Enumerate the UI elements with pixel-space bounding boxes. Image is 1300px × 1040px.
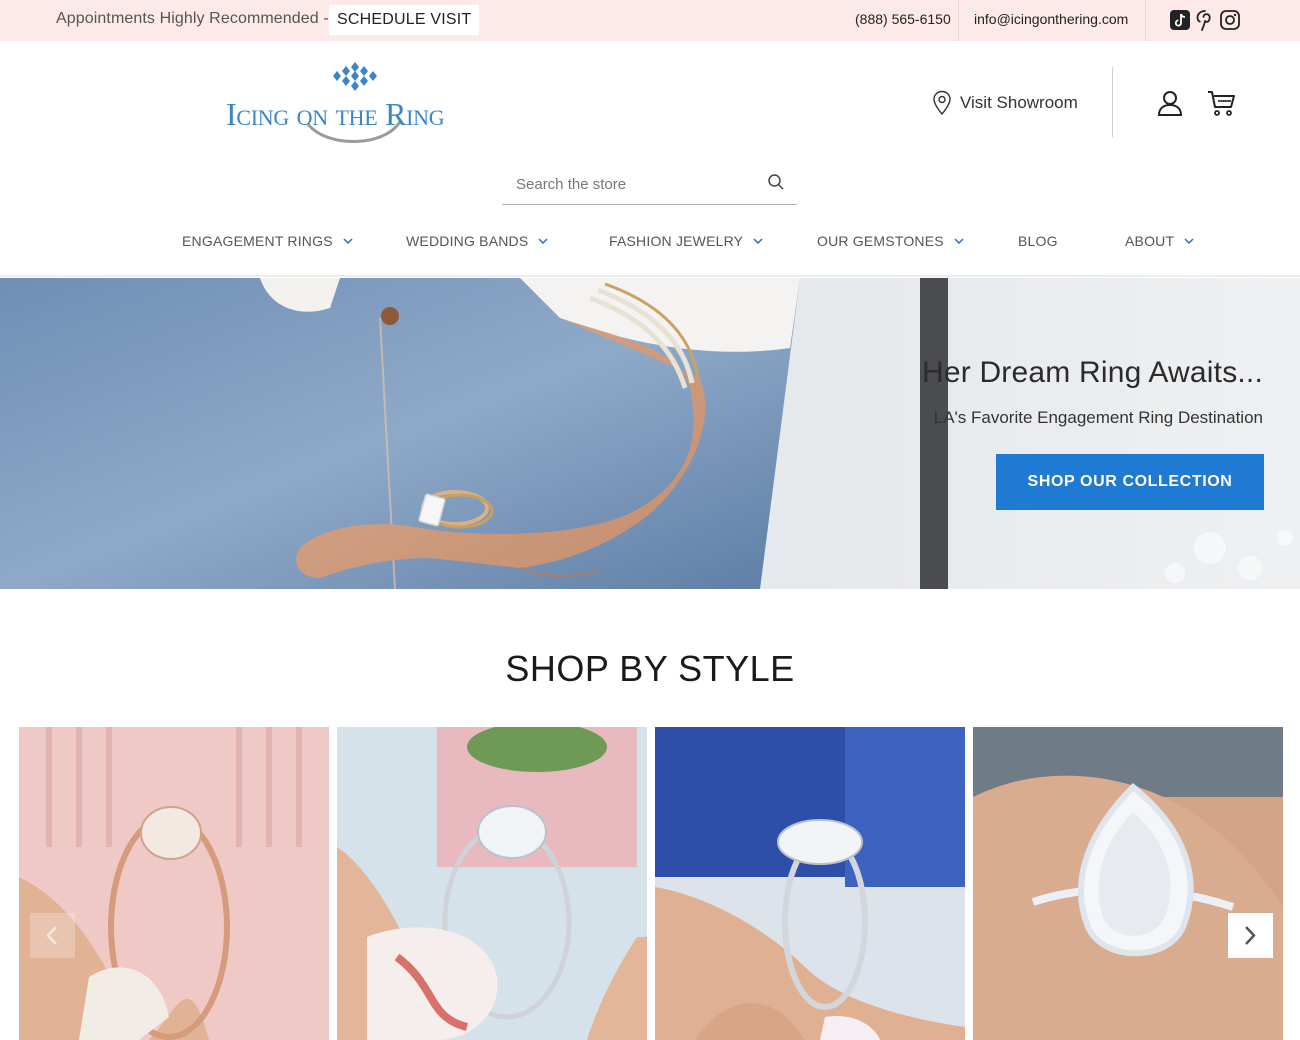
search-icon[interactable] [767,173,785,191]
main-nav: ENGAGEMENT RINGS WEDDING BANDS FASHION J… [0,228,1300,254]
style-card[interactable] [655,727,965,1040]
hero-banner: Her Dream Ring Awaits... LA's Favorite E… [0,278,1300,589]
style-card-image [19,727,329,1040]
appointment-notice: Appointments Highly Recommended - [56,10,329,27]
style-card-image [337,727,647,1040]
nav-blog[interactable]: BLOG [1018,228,1058,254]
carousel-next-button[interactable] [1228,913,1273,958]
nav-fashion-jewelry[interactable]: FASHION JEWELRY [609,228,763,254]
carousel-prev-button[interactable] [30,913,75,958]
chevron-down-icon [954,238,964,244]
chevron-down-icon [1184,238,1194,244]
account-icon[interactable] [1156,89,1184,117]
top-bar: Appointments Highly Recommended - SCHEDU… [0,0,1300,41]
nav-label: ABOUT [1125,233,1175,249]
instagram-icon[interactable] [1219,9,1241,31]
style-card-image [973,727,1283,1040]
hero-subtitle: LA's Favorite Engagement Ring Destinatio… [933,408,1263,427]
pinterest-icon[interactable] [1194,9,1216,31]
nav-label: BLOG [1018,233,1058,249]
site-logo[interactable]: Icing on the Ring [226,58,484,150]
nav-our-gemstones[interactable]: OUR GEMSTONES [817,228,964,254]
schedule-visit-button[interactable]: SCHEDULE VISIT [329,5,480,35]
location-pin-icon [933,90,951,116]
nav-label: WEDDING BANDS [406,233,529,249]
style-card[interactable] [19,727,329,1040]
tiktok-icon[interactable] [1169,9,1191,31]
nav-engagement-rings[interactable]: ENGAGEMENT RINGS [182,228,353,254]
search-input[interactable] [516,173,756,195]
visit-showroom-label: Visit Showroom [960,93,1078,112]
hero-image [0,278,1300,589]
visit-showroom-link[interactable]: Visit Showroom [932,89,1078,117]
search-bar [502,167,797,205]
divider [958,0,959,41]
nav-label: OUR GEMSTONES [817,233,944,249]
header-divider [1112,67,1113,137]
nav-label: ENGAGEMENT RINGS [182,233,333,249]
logo-text: Icing on the Ring [226,96,445,132]
chevron-down-icon [538,238,548,244]
style-card[interactable] [337,727,647,1040]
section-title: SHOP BY STYLE [505,648,795,689]
cart-icon[interactable] [1206,89,1236,117]
hero-title: Her Dream Ring Awaits... [921,356,1263,389]
style-card-image [655,727,965,1040]
chevron-down-icon [753,238,763,244]
chevron-down-icon [343,238,353,244]
email-link[interactable]: info@icingonthering.com [974,11,1128,27]
nav-about[interactable]: ABOUT [1125,228,1194,254]
divider [1145,0,1146,41]
style-card[interactable] [973,727,1283,1040]
nav-wedding-bands[interactable]: WEDDING BANDS [406,228,548,254]
phone-link[interactable]: (888) 565-6150 [855,11,951,27]
shop-collection-button[interactable]: SHOP OUR COLLECTION [996,454,1264,510]
nav-divider [0,275,1300,277]
nav-label: FASHION JEWELRY [609,233,744,249]
